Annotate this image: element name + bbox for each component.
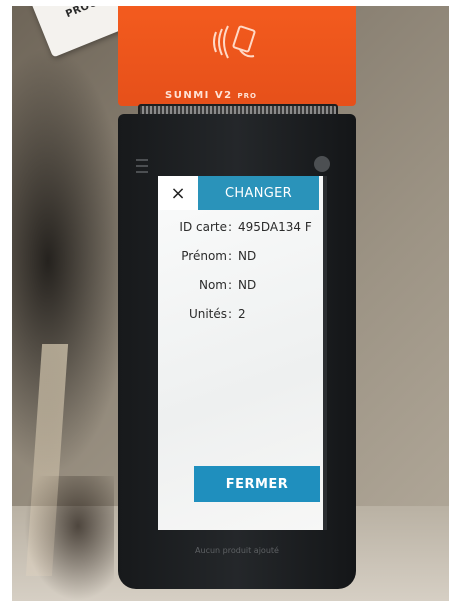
payment-terminal: SUNMI V2 PRO × CHANGER ID carte: 495DA1…	[118, 6, 356, 589]
brand-suffix: PRO	[237, 92, 258, 100]
card-details: ID carte : 495DA134 F Prénom : ND Nom : …	[158, 220, 323, 336]
field-separator: :	[228, 249, 233, 263]
brand-logo: SUNMI V2 PRO	[165, 90, 257, 101]
field-row: Unités : 2	[158, 307, 323, 336]
shadow	[12, 46, 132, 476]
field-label: ID carte	[179, 220, 227, 234]
field-separator: :	[228, 220, 233, 234]
terminal-body: × CHANGER ID carte : 495DA134 F Prénom :…	[118, 114, 356, 589]
background-footer-text: Aucun produit ajouté	[195, 546, 279, 555]
field-value: ND	[238, 278, 257, 292]
field-label: Unités	[188, 307, 227, 321]
field-row: Prénom : ND	[158, 249, 323, 278]
close-button[interactable]: ×	[158, 176, 198, 210]
photo: PROGRAM SUNMI V2 PRO	[12, 6, 449, 601]
field-separator: :	[228, 307, 233, 321]
menu-icon	[136, 159, 148, 173]
dialog-title: CHANGER	[198, 176, 319, 210]
background-app-bar	[130, 154, 340, 178]
terminal-top: SUNMI V2 PRO	[118, 6, 356, 106]
field-row: Nom : ND	[158, 278, 323, 307]
close-dialog-button[interactable]: FERMER	[194, 466, 320, 502]
field-value: 2	[238, 307, 246, 321]
dialog-header: × CHANGER	[158, 176, 319, 210]
field-row: ID carte : 495DA134 F	[158, 220, 323, 249]
brand-name: SUNMI V2	[165, 90, 233, 101]
field-value: 495DA134 F	[238, 220, 312, 234]
field-value: ND	[238, 249, 257, 263]
field-label: Nom	[198, 278, 227, 292]
dialog: × CHANGER ID carte : 495DA134 F Prénom :…	[158, 176, 327, 530]
field-separator: :	[228, 278, 233, 292]
account-icon	[314, 156, 330, 172]
close-icon: ×	[170, 182, 186, 204]
paper-card-text: PROGRAM	[64, 6, 124, 20]
field-label: Prénom	[181, 249, 227, 263]
nfc-icon	[213, 25, 256, 59]
